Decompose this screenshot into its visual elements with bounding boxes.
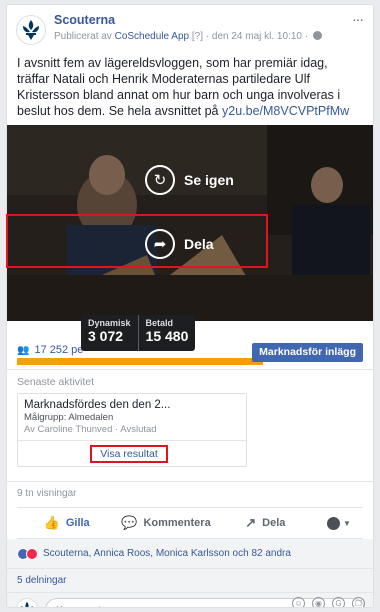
reach-text: 17 252 pe [34, 344, 84, 356]
like-thumb-icon: 👍 [43, 515, 60, 530]
chevron-down-icon: ▼ [343, 518, 351, 528]
paid-value: 15 480 [145, 328, 189, 344]
reactions-summary[interactable]: Scouterna, Annica Roos, Monica Karlsson … [7, 539, 373, 568]
activity-title: Marknadsfördes den den 2... [24, 399, 171, 411]
organic-label: Dynamisk [88, 318, 131, 328]
comment-button[interactable]: 💬 Kommentera [116, 515, 215, 531]
recent-activity-title: Senaste aktivitet [7, 369, 373, 388]
replay-label: Se igen [184, 172, 234, 188]
activity-target: Målgrupp: Almedalen [24, 412, 114, 423]
like-button[interactable]: 👍 Gilla [17, 515, 116, 531]
meta-suffix: [?] · den 24 maj kl. 10:10 · [189, 31, 311, 42]
emoji-icon[interactable]: ☺ [292, 597, 305, 607]
view-count: 9 tn visningar [7, 481, 373, 507]
reach-row[interactable]: 👥 17 252 pe [17, 344, 83, 356]
organic-reach: Dynamisk 3 072 [81, 315, 138, 351]
share-button[interactable]: ↗ Dela [216, 515, 315, 531]
share-count[interactable]: 5 delningar [7, 568, 373, 592]
post-meta: Publicerat av CoSchedule App [?] · den 2… [54, 31, 322, 42]
love-reaction-icon [26, 547, 38, 560]
people-icon: 👥 [17, 344, 30, 356]
globe-icon [312, 31, 322, 40]
boost-area: Dynamisk 3 072 Betald 15 480 👥 17 252 pe… [7, 315, 373, 369]
paid-reach: Betald 15 480 [137, 315, 196, 351]
post-text: I avsnitt fem av lägereldsvloggen, som h… [7, 53, 373, 118]
paid-label: Betald [145, 318, 174, 328]
video-share-label: Dela [184, 236, 214, 252]
video-share-button[interactable]: ➦ Dela [145, 229, 214, 259]
reaction-selector[interactable]: ▼ [315, 516, 363, 530]
share-arrow-icon: ➦ [145, 229, 175, 259]
reaction-icons [17, 547, 38, 560]
activity-card: Marknadsfördes den den 2... Målgrupp: Al… [17, 393, 247, 467]
video-player[interactable]: ↻ Se igen ➦ Dela [7, 125, 373, 321]
sticker-icon[interactable]: ☐ [352, 597, 365, 607]
more-options-button[interactable]: ··· [352, 11, 364, 27]
comment-tools: ☺ ◉ G ☐ [292, 597, 365, 607]
share-label: Dela [262, 517, 286, 529]
organic-value: 3 072 [88, 328, 124, 344]
comment-label: Kommentera [143, 517, 211, 529]
activity-by: Av Caroline Thunved · Avslutad [24, 424, 157, 435]
organic-bar-fill [17, 358, 58, 365]
commenter-avatar [16, 598, 38, 607]
page-avatar[interactable] [16, 15, 46, 45]
replay-icon: ↻ [145, 165, 175, 195]
view-results-button[interactable]: Visa resultat [90, 445, 168, 463]
page-name[interactable]: Scouterna [54, 13, 115, 27]
replay-button[interactable]: ↻ Se igen [145, 165, 234, 195]
post-card: Scouterna Publicerat av CoSchedule App [… [6, 4, 374, 608]
scout-lily-logo-small [21, 601, 33, 607]
comment-row: Kommentera... ☺ ◉ G ☐ [7, 592, 373, 607]
share-icon: ↗ [245, 515, 257, 530]
video-link[interactable]: y2u.be/M8VCVPtPfMw [222, 104, 349, 118]
post-header: Scouterna Publicerat av CoSchedule App [… [7, 5, 373, 53]
action-bar: 👍 Gilla 💬 Kommentera ↗ Dela ▼ [17, 507, 363, 539]
paid-bar-fill [57, 358, 263, 365]
app-link[interactable]: CoSchedule App [115, 31, 190, 42]
video-overlay [7, 125, 373, 321]
gif-icon[interactable]: G [332, 597, 345, 607]
scout-lily-logo [18, 17, 44, 43]
meta-prefix: Publicerat av [54, 31, 115, 42]
like-label: Gilla [65, 517, 90, 529]
reactions-text: Scouterna, Annica Roos, Monica Karlsson … [43, 548, 291, 559]
activity-divider [18, 440, 246, 441]
reach-bar[interactable] [17, 358, 263, 365]
boost-post-button[interactable]: Marknadsför inlägg [252, 343, 363, 362]
comment-bubble-icon: 💬 [121, 515, 138, 530]
reach-tooltip: Dynamisk 3 072 Betald 15 480 [81, 315, 196, 351]
emoji-icon [327, 516, 341, 530]
camera-icon[interactable]: ◉ [312, 597, 325, 607]
